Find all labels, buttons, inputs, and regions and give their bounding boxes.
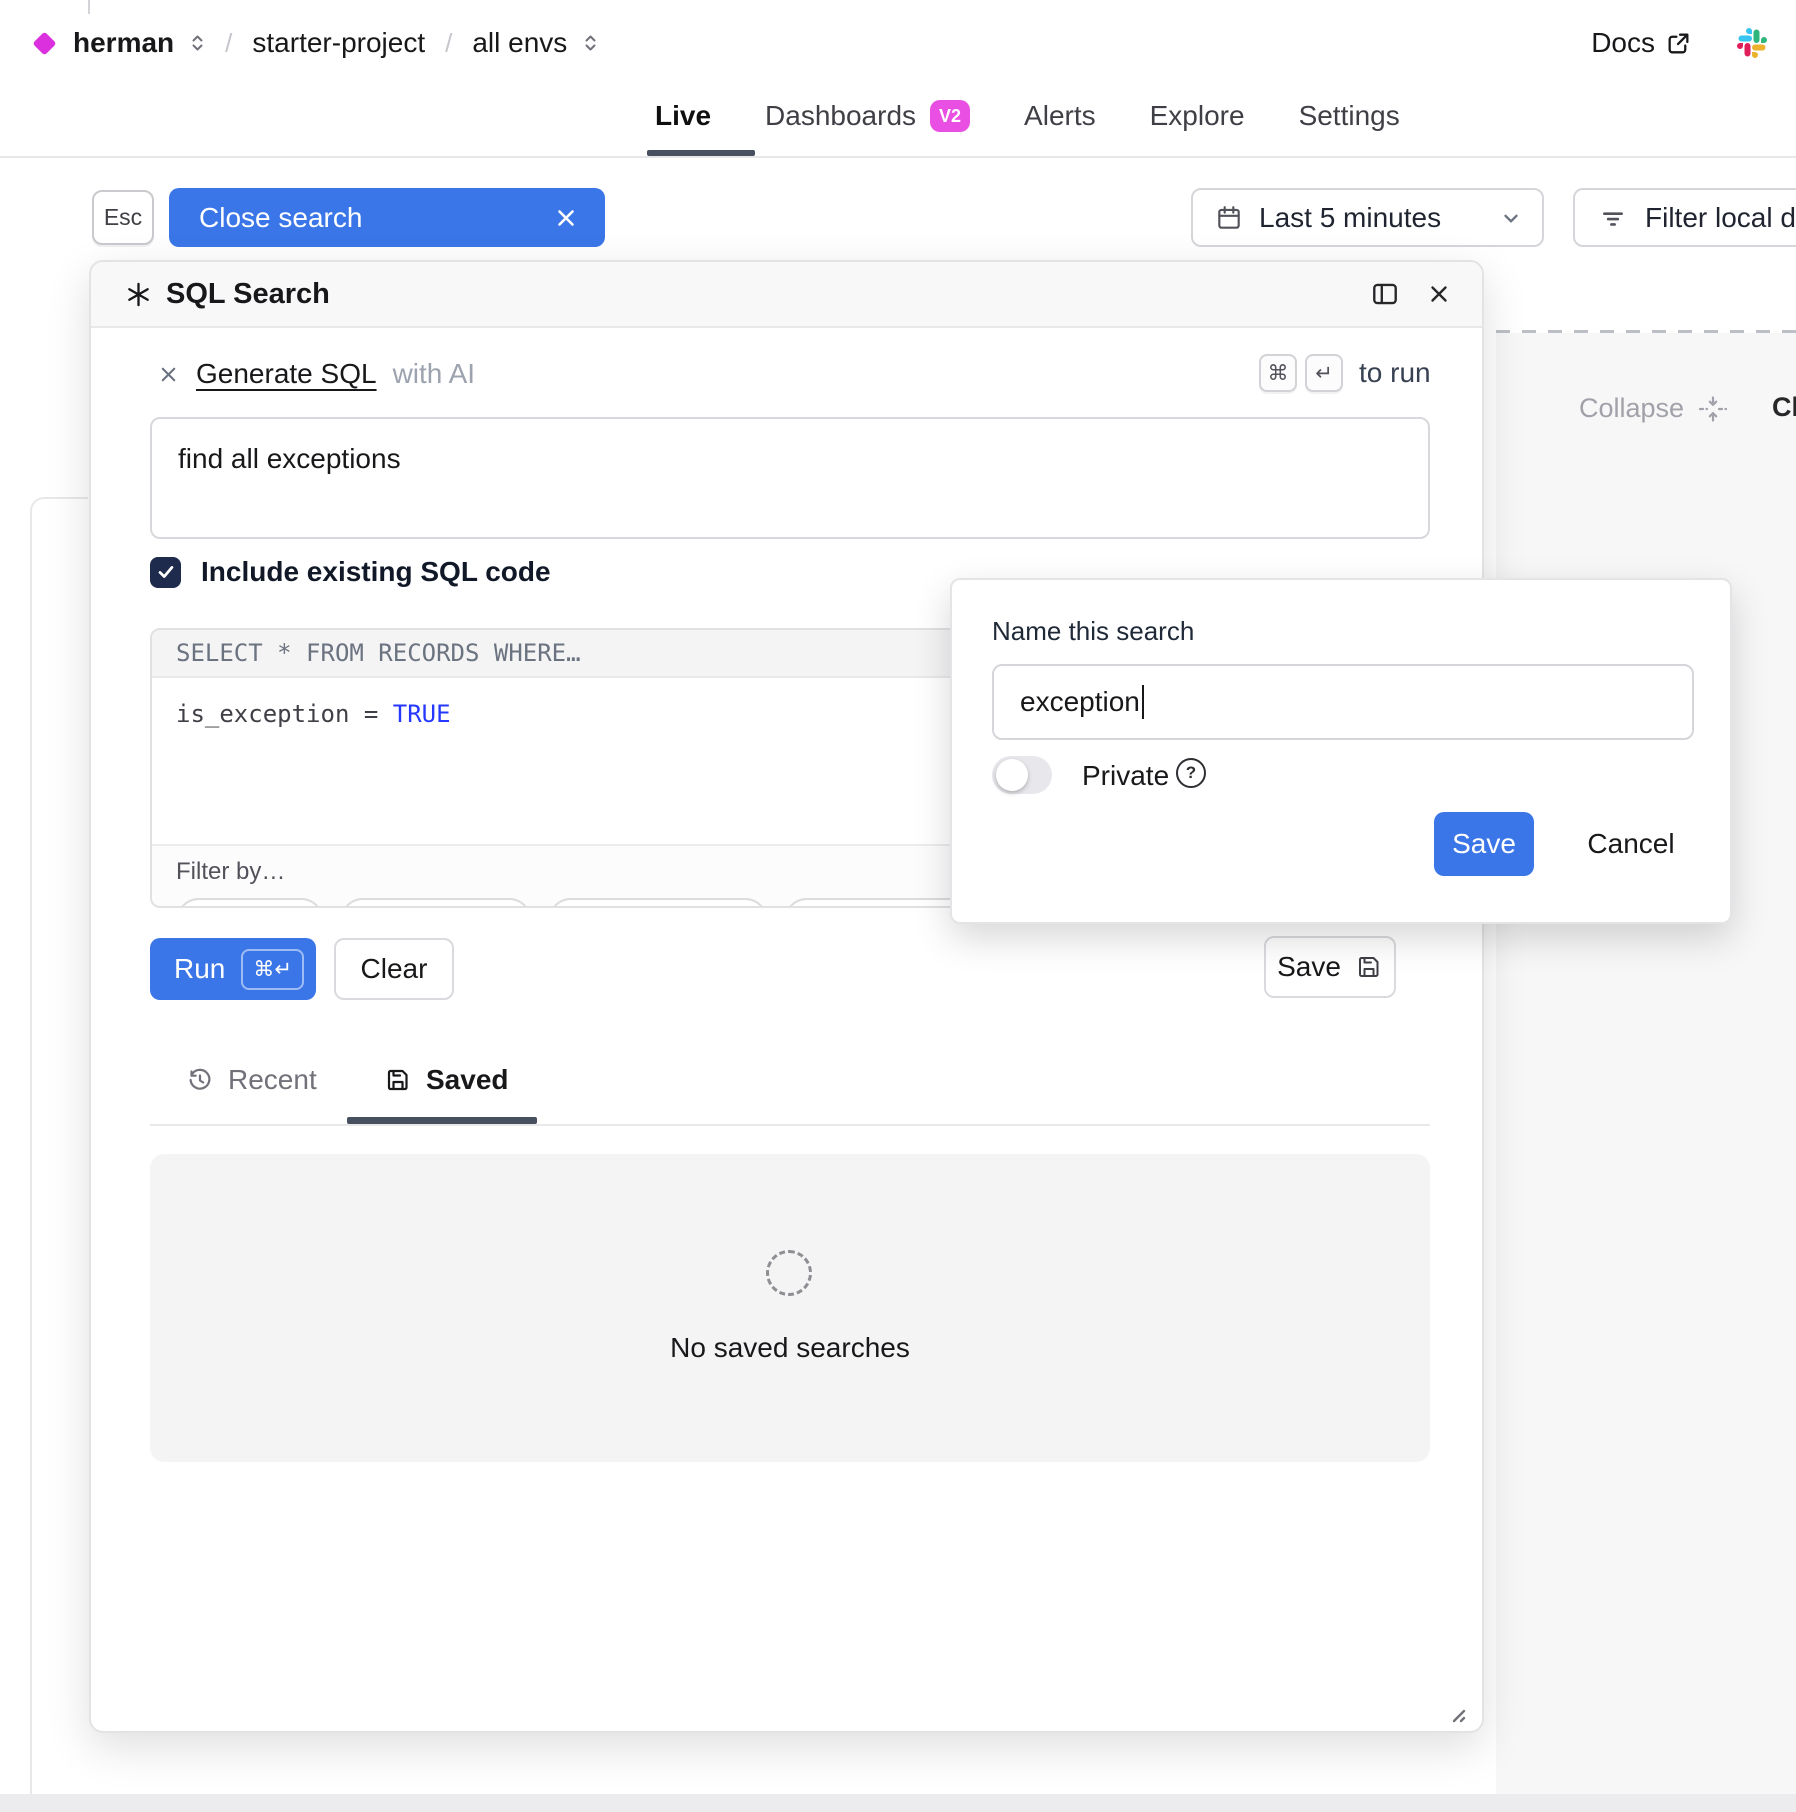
filter-local-button[interactable]: Filter local dat — [1573, 188, 1796, 247]
toggle-knob — [996, 759, 1028, 791]
empty-state: No saved searches — [150, 1154, 1430, 1462]
tab-recent[interactable]: Recent — [186, 1064, 317, 1096]
saved-tab-underline — [347, 1117, 537, 1124]
collapse-button[interactable]: Collapse — [1579, 393, 1728, 424]
docs-label: Docs — [1591, 27, 1655, 59]
cmd-key-hint: ⌘ — [1259, 354, 1297, 392]
history-icon — [186, 1066, 214, 1094]
save-search-button[interactable]: Save — [1264, 936, 1396, 998]
generate-sql-suffix: with AI — [393, 358, 475, 390]
search-name-input[interactable]: exception — [992, 664, 1694, 740]
breadcrumb-project[interactable]: starter-project — [252, 27, 425, 59]
breadcrumb-environment[interactable]: all envs — [472, 27, 567, 59]
app-root: herman / starter-project / all envs Docs — [0, 0, 1796, 1812]
chevron-updown-icon[interactable] — [190, 31, 205, 55]
close-search-label: Close search — [199, 202, 362, 234]
popover-cancel-button[interactable]: Cancel — [1566, 812, 1696, 876]
private-label: Private — [1082, 760, 1169, 792]
breadcrumb: herman / starter-project / all envs — [30, 27, 598, 59]
filter-local-label: Filter local dat — [1645, 202, 1796, 234]
run-button[interactable]: Run ⌘↵ — [150, 938, 316, 1000]
brand-logo-icon[interactable] — [32, 31, 56, 55]
generate-sql-link[interactable]: Generate SQL — [196, 358, 377, 390]
asterisk-icon — [125, 281, 152, 308]
popover-save-button[interactable]: Save — [1434, 812, 1534, 876]
collapse-icon — [1698, 394, 1728, 424]
sql-operator: = — [364, 700, 378, 728]
tab-live[interactable]: Live — [655, 100, 711, 132]
filter-chip-duration[interactable]: duration — [340, 898, 532, 908]
calendar-icon — [1215, 204, 1243, 232]
tab-dashboards[interactable]: Dashboards V2 — [765, 100, 970, 132]
checkbox-checked-icon[interactable] — [150, 557, 181, 588]
filter-chip-ai-filters[interactable]: AI Filters — [548, 898, 769, 908]
save-label: Save — [1277, 951, 1341, 983]
collapse-label: Collapse — [1579, 393, 1684, 424]
top-bar: herman / starter-project / all envs Docs — [0, 0, 1796, 76]
clear-button[interactable]: Clear — [334, 938, 454, 1000]
search-name-value: exception — [1020, 686, 1140, 718]
time-range-value: Last 5 minutes — [1259, 202, 1441, 234]
background-panel — [1496, 333, 1796, 1812]
time-range-select[interactable]: Last 5 minutes — [1191, 188, 1544, 247]
run-label: Run — [174, 953, 225, 985]
tab-alerts[interactable]: Alerts — [1024, 100, 1096, 132]
include-sql-checkbox-row[interactable]: Include existing SQL code — [150, 556, 551, 588]
help-icon[interactable]: ? — [1176, 758, 1206, 788]
popover-title: Name this search — [992, 616, 1194, 647]
esc-key-hint: Esc — [92, 190, 154, 245]
bottom-strip — [0, 1794, 1796, 1812]
breadcrumb-separator: / — [439, 28, 458, 59]
external-link-icon — [1665, 30, 1692, 57]
filter-icon — [1599, 204, 1627, 232]
text-caret — [1142, 685, 1144, 719]
sql-field: is_exception — [176, 700, 349, 728]
close-search-button[interactable]: Close search — [169, 188, 605, 247]
panel-layout-icon[interactable] — [1370, 279, 1400, 309]
floppy-icon — [384, 1066, 412, 1094]
sql-value: TRUE — [393, 700, 451, 728]
sql-search-modal: SQL Search Generate SQL with AI ⌘ ↵ to r… — [89, 260, 1484, 1733]
modal-title: SQL Search — [166, 278, 330, 311]
saved-searches-tabs: Recent Saved — [150, 1058, 1430, 1126]
main-nav: Live Dashboards V2 Alerts Explore Settin… — [0, 76, 1796, 158]
name-search-popover: Name this search exception Private ? Sav… — [950, 578, 1732, 924]
close-modal-icon[interactable] — [1426, 281, 1452, 307]
dashed-circle-icon — [766, 1250, 812, 1296]
floppy-icon — [1355, 953, 1383, 981]
dismiss-generate-icon[interactable] — [157, 363, 180, 386]
chart-dashed-line — [1496, 330, 1796, 333]
slack-icon[interactable] — [1736, 27, 1768, 59]
chevron-down-icon — [1500, 207, 1522, 229]
underlying-panel-edge — [30, 497, 88, 1796]
run-kbd-hint: ⌘↵ — [241, 949, 304, 990]
empty-state-text: No saved searches — [150, 1332, 1430, 1364]
enter-key-hint: ↵ — [1305, 354, 1343, 392]
filter-chip-level[interactable]: level — [176, 898, 324, 908]
run-shortcut-hint: to run — [1359, 357, 1431, 389]
private-toggle[interactable] — [992, 756, 1052, 794]
chevron-updown-icon[interactable] — [583, 31, 598, 55]
tab-saved[interactable]: Saved — [384, 1064, 509, 1096]
docs-link[interactable]: Docs — [1591, 27, 1692, 59]
clipped-clear-button[interactable]: Cl — [1772, 392, 1796, 423]
resize-handle[interactable] — [1443, 1700, 1467, 1724]
ai-prompt-textarea[interactable]: find all exceptions — [150, 417, 1430, 539]
close-icon — [553, 205, 579, 231]
v2-badge: V2 — [930, 100, 970, 132]
modal-header: SQL Search — [91, 262, 1482, 328]
breadcrumb-separator: / — [219, 28, 238, 59]
include-sql-label: Include existing SQL code — [201, 556, 551, 588]
active-tab-underline — [647, 150, 755, 156]
tab-explore[interactable]: Explore — [1150, 100, 1245, 132]
breadcrumb-org[interactable]: herman — [73, 27, 174, 59]
tab-settings[interactable]: Settings — [1299, 100, 1400, 132]
